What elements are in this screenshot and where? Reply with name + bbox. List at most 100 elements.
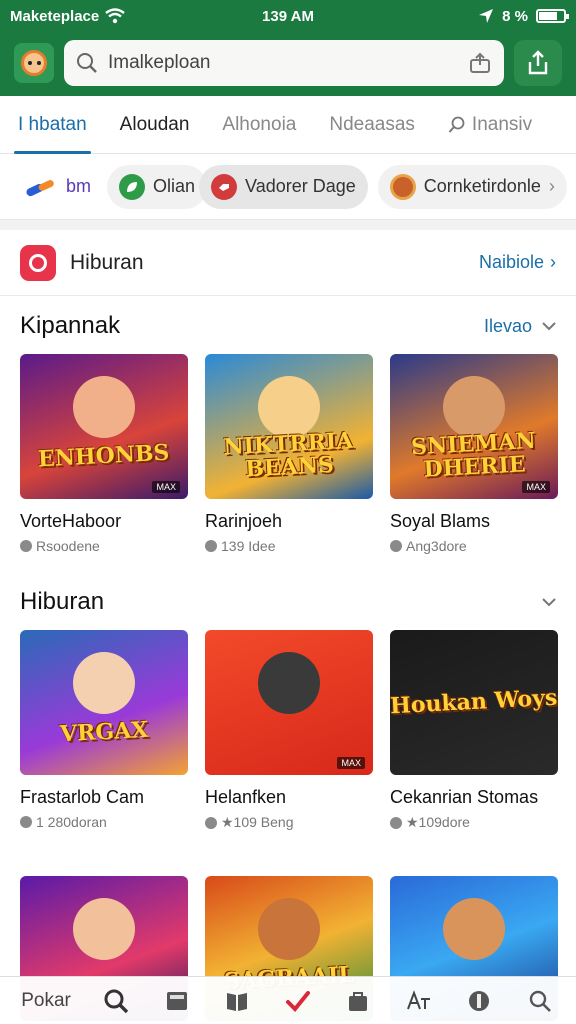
character-figure — [73, 898, 135, 960]
chip-cornketirdonle[interactable]: Cornketirdonle › — [377, 164, 567, 209]
search-alt-icon[interactable] — [525, 986, 555, 1016]
search-icon — [77, 53, 97, 73]
bottom-nav-label[interactable]: Pokar — [21, 990, 71, 1012]
apps-icon[interactable] — [464, 986, 494, 1016]
character-figure — [258, 376, 320, 438]
group-more-link[interactable] — [542, 597, 556, 607]
film-icon[interactable] — [162, 986, 192, 1016]
info-icon — [20, 816, 32, 828]
character-figure — [73, 652, 135, 714]
avatar[interactable] — [14, 43, 54, 83]
chevron-down-icon — [542, 322, 556, 331]
app-meta-text: 139 Idee — [221, 538, 276, 554]
wifi-icon — [105, 8, 125, 24]
thumbnail-wordmark: VRGAX — [59, 716, 149, 748]
app-title: VorteHaboor — [20, 511, 122, 531]
app-meta-text: Rsoodene — [36, 538, 100, 554]
upload-icon[interactable] — [468, 51, 492, 75]
tab-alhonoia[interactable]: Alhonoia — [222, 96, 296, 154]
info-icon — [390, 816, 402, 829]
app-card[interactable]: Houkan Woys Cekanrian Stomas ★109dore — [390, 630, 558, 831]
thumbnail-tag: MAX — [522, 481, 550, 493]
character-figure — [443, 376, 505, 438]
translate-icon[interactable] — [404, 986, 434, 1016]
share-button[interactable] — [514, 40, 562, 86]
filter-chips: bm Olian Vadorer Dage Cornketirdonle › — [0, 154, 576, 220]
bag-icon[interactable] — [343, 986, 373, 1016]
app-meta-text: ★109 Beng — [221, 814, 294, 830]
info-icon — [20, 540, 32, 552]
share-icon — [528, 50, 548, 75]
app-meta-text: Ang3dore — [406, 538, 467, 554]
chip-bm[interactable]: bm — [18, 165, 97, 209]
info-icon — [205, 816, 217, 829]
app-meta: ★109dore — [390, 814, 558, 831]
bottom-nav: Pokar — [0, 976, 576, 1024]
book-icon[interactable] — [222, 986, 252, 1016]
section-title: Hiburan — [70, 250, 144, 274]
thumbnail-tag: MAX — [152, 481, 180, 493]
app-title: Helanfken — [205, 787, 287, 807]
info-icon — [205, 540, 217, 552]
app-thumbnail[interactable]: ENHONBS MAX — [20, 354, 188, 499]
group-header: Hiburan — [0, 574, 576, 630]
app-thumbnail[interactable]: VRGAX — [20, 630, 188, 775]
tab-ndeaasas[interactable]: Ndeaasas — [329, 96, 415, 154]
app-meta-text: 1 280doran — [36, 814, 107, 830]
chevron-right-icon: › — [548, 176, 555, 196]
app-thumbnail[interactable]: NIKTRRIA BEANS — [205, 354, 373, 499]
app-grid: ENHONBS MAX VorteHaboor Rsoodene NIKTRRIA BE… — [0, 354, 576, 554]
app-title: Soyal Blams — [390, 511, 491, 531]
section-more-link[interactable]: Naibiole › — [479, 252, 556, 273]
search-icon — [448, 116, 465, 133]
group-more-link[interactable]: Ilevao — [484, 316, 556, 337]
thumbnail-wordmark: Houkan Woys — [390, 684, 558, 720]
app-thumbnail[interactable]: Houkan Woys — [390, 630, 558, 775]
search-bar[interactable]: Imalkeploan — [64, 40, 504, 86]
app-card[interactable]: VRGAX Frastarlob Cam 1 280doran — [20, 630, 188, 831]
thumbnail-tag: MAX — [337, 757, 365, 769]
hand-icon — [211, 173, 238, 200]
character-figure — [443, 898, 505, 960]
search-input[interactable]: Imalkeploan — [108, 52, 458, 74]
chevron-right-icon: › — [550, 252, 556, 272]
app-thumbnail[interactable]: MAX — [205, 630, 373, 775]
group-header: Kipannak Ilevao — [0, 298, 576, 354]
tab-hiburan[interactable]: I hbatan — [14, 96, 91, 154]
app-meta-text: ★109dore — [406, 814, 470, 830]
thumbnail-wordmark: SNIEMAN DHERIE — [410, 428, 537, 484]
chip-label: bm — [66, 176, 92, 196]
chip-vadorer-dage[interactable]: Vadorer Dage — [199, 164, 368, 209]
section-header: Hiburan Naibiole › — [0, 230, 576, 296]
character-figure — [73, 376, 135, 438]
app-card[interactable]: ENHONBS MAX VorteHaboor Rsoodene — [20, 354, 188, 554]
search-icon[interactable] — [101, 986, 131, 1016]
character-figure — [258, 652, 320, 714]
thumbnail-wordmark: NIKTRRIA BEANS — [222, 428, 354, 483]
check-icon[interactable] — [283, 986, 313, 1016]
app-meta: ★109 Beng — [205, 814, 373, 831]
chip-label: Cornketirdonle — [423, 176, 541, 196]
chip-label: Olian — [153, 176, 196, 196]
app-header: Maketeplace 139 AM 8 % Imalkeploan — [0, 0, 576, 96]
app-thumbnail[interactable]: SNIEMAN DHERIE MAX — [390, 354, 558, 499]
app-card[interactable]: MAX Helanfken ★109 Beng — [205, 630, 373, 831]
group-title: Kipannak — [20, 312, 121, 339]
location-arrow-icon — [479, 9, 494, 23]
app-title: Frastarlob Cam — [20, 787, 145, 807]
app-card[interactable]: SNIEMAN DHERIE MAX Soyal Blams Ang3dore — [390, 354, 558, 554]
app-meta: 139 Idee — [205, 538, 373, 554]
chip-label: Vadorer Dage — [245, 176, 356, 196]
tab-search[interactable]: Inansiv — [448, 96, 532, 154]
chevron-down-icon — [542, 598, 556, 607]
app-meta: Ang3dore — [390, 538, 558, 554]
app-meta: 1 280doran — [20, 814, 188, 830]
group-title: Hiburan — [20, 588, 105, 615]
app-grid: VRGAX Frastarlob Cam 1 280doran MAX Helanfke… — [0, 630, 576, 831]
app-meta: Rsoodene — [20, 538, 188, 554]
group-more-label: Ilevao — [483, 315, 532, 336]
character-figure — [258, 898, 320, 960]
app-card[interactable]: NIKTRRIA BEANS Rarinjoeh 139 Idee — [205, 354, 373, 554]
chip-olian[interactable]: Olian — [107, 164, 208, 209]
tab-aloudan[interactable]: Aloudan — [120, 96, 190, 154]
